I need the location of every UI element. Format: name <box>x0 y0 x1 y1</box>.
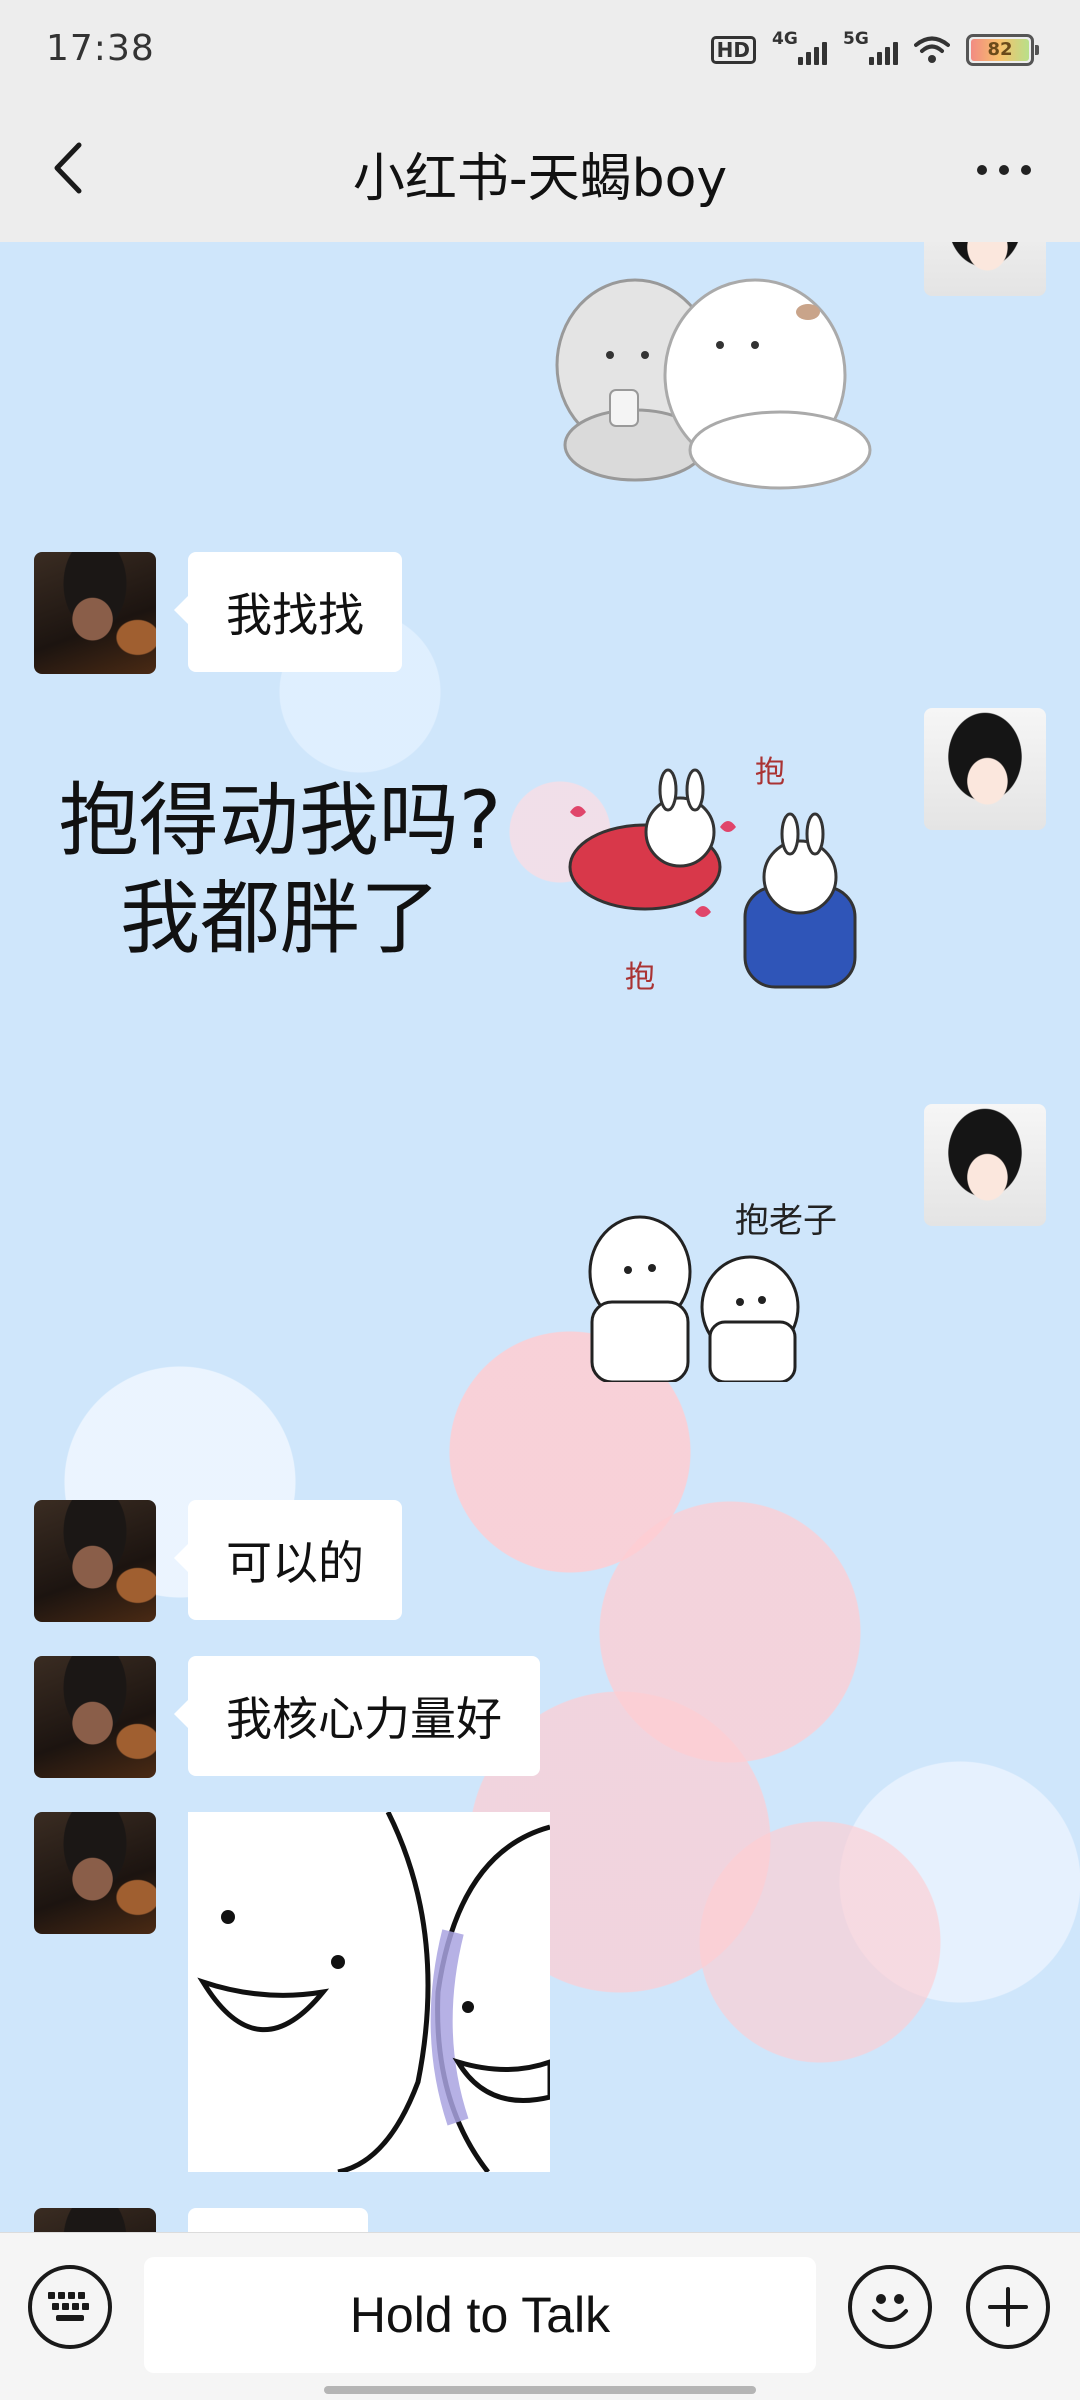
hug-blobs-sticker[interactable]: 抱老子 <box>570 1202 870 1382</box>
battery-icon: 82 <box>966 34 1039 66</box>
keyboard-icon <box>48 2292 89 2321</box>
message-bubble[interactable]: 我核心力量好 <box>174 1656 540 1776</box>
emoji-icon <box>872 2294 908 2322</box>
message-bubble[interactable]: 我找找 <box>174 552 402 672</box>
hold-to-talk-button[interactable]: Hold to Talk <box>144 2257 816 2373</box>
avatar-contact[interactable] <box>34 1812 156 1934</box>
chat-title: 小红书-天蝎boy <box>352 149 728 209</box>
svg-text:抱: 抱 <box>755 755 785 790</box>
avatar-me[interactable] <box>924 1104 1046 1226</box>
hugging-cats-sticker[interactable] <box>540 250 880 490</box>
wifi-icon <box>914 36 950 63</box>
hug-rabbits-sticker[interactable]: 抱 抱 <box>550 742 880 1032</box>
avatar-contact[interactable] <box>34 552 156 674</box>
home-indicator <box>324 2386 756 2394</box>
message-bubble[interactable]: 可以的 <box>174 1500 402 1620</box>
avatar-contact[interactable] <box>34 1656 156 1778</box>
battery-level: 82 <box>971 39 1029 61</box>
more-horizontal-icon <box>977 165 987 175</box>
avatar-contact[interactable] <box>34 1500 156 1622</box>
emoji-button[interactable] <box>848 2265 932 2349</box>
keyboard-button[interactable] <box>28 2265 112 2349</box>
avatar-me[interactable] <box>924 242 1046 296</box>
svg-text:抱: 抱 <box>625 960 655 995</box>
input-bar: Hold to Talk <box>0 2232 1080 2400</box>
plus-button[interactable] <box>966 2265 1050 2349</box>
chat-area[interactable]: 我找找 抱得动我吗? 我都胖了 抱 抱 抱老子 可以的 我核心力量好 <box>0 242 1080 2242</box>
signal-5g-icon: 5G <box>843 29 898 65</box>
avatar-me[interactable] <box>924 708 1046 830</box>
status-icons: HD 4G 5G 82 <box>710 29 1039 70</box>
plus-icon <box>988 2287 1028 2327</box>
more-options-button[interactable] <box>968 140 1040 200</box>
signal-4g-icon: 4G <box>772 29 827 65</box>
hd-icon: HD <box>710 36 756 64</box>
status-bar: 17:38 HD 4G 5G 82 <box>0 0 1080 100</box>
title-bar: 小红书-天蝎boy <box>0 100 1080 242</box>
sticker-caption: 抱得动我吗? 我都胖了 <box>58 774 502 965</box>
svg-text:抱老子: 抱老子 <box>735 1202 837 1241</box>
smiling-blobs-sticker[interactable] <box>188 1812 550 2172</box>
status-time: 17:38 <box>46 28 155 69</box>
